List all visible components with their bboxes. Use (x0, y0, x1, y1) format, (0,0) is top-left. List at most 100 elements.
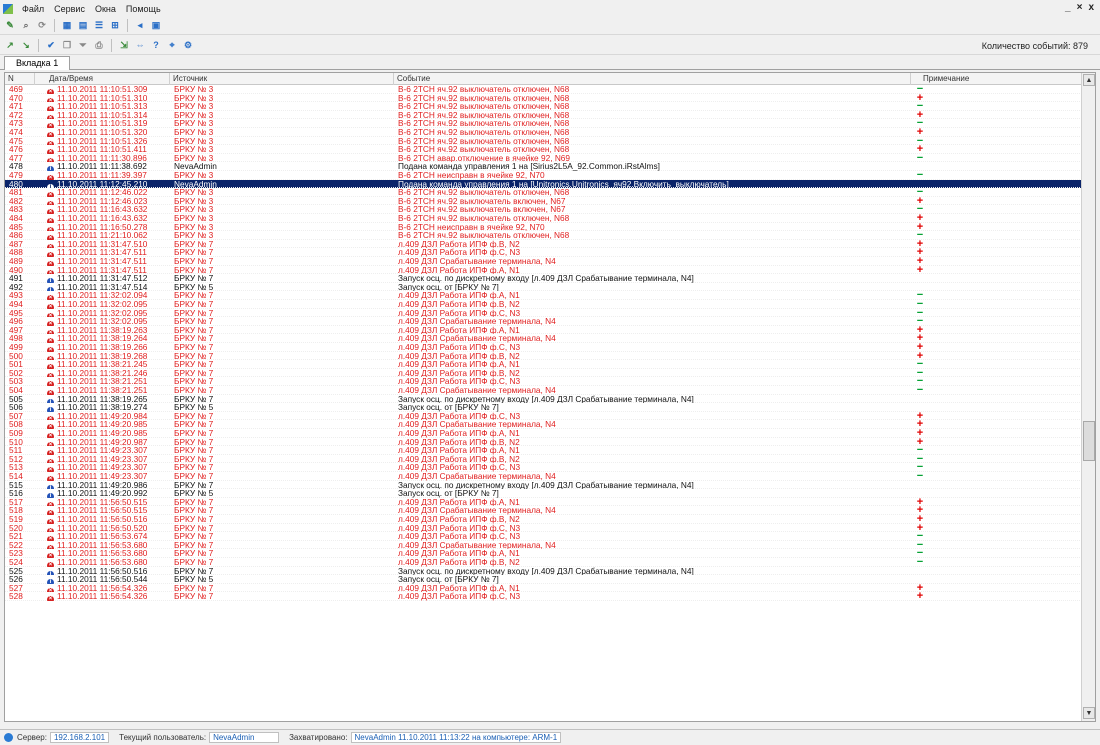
cell-number: 480 (9, 179, 23, 189)
cell-event: л.409 ДЗЛ Работа ИПФ ф.С, N3 (398, 532, 521, 541)
cell-source: БРКУ № 7 (174, 532, 214, 541)
cell-number: 482 (9, 196, 23, 206)
cell-text: 11.10.2011 11:31:47.514 (57, 282, 148, 292)
table-row[interactable]: 490 × 11.10.2011 11:31:47.511 БРКУ № 7 л.409… (5, 264, 1082, 275)
cell-event: л.409 ДЗЛ Работа ИПФ ф.С, N3 (398, 463, 521, 472)
cell-source: БРКУ № 7 (174, 265, 214, 275)
table-row[interactable]: 491 i 11.10.2011 11:31:47.512 БРКУ № 7 Запус… (5, 274, 1082, 283)
col-n[interactable]: N (5, 73, 35, 85)
search-icon[interactable]: ⌕ (19, 19, 33, 33)
close-button[interactable]: x (1088, 2, 1094, 13)
cell-source: БРКУ № 7 (174, 429, 214, 438)
cell-event: л.409 ДЗЛ Работа ИПФ ф.В, N2 (398, 239, 520, 249)
table-row[interactable]: 514 × 11.10.2011 11:49:23.307 БРКУ № 7 л.409… (5, 471, 1082, 481)
cell-event: л.409 ДЗЛ Работа ИПФ ф.В, N2 (398, 558, 520, 567)
cell-source: БРКУ № 3 (174, 110, 214, 120)
scroll-thumb[interactable] (1083, 421, 1095, 461)
acknowledge-icon[interactable]: ✔ (44, 38, 58, 52)
cell-source: БРКУ № 7 (174, 437, 214, 447)
table-row[interactable]: 515 i 11.10.2011 11:49:20.986 БРКУ № 7 Запус… (5, 481, 1082, 490)
edit-icon[interactable]: ✎ (3, 19, 17, 33)
restore-button[interactable]: × (1077, 2, 1083, 13)
refresh-icon[interactable]: ⟳ (35, 19, 49, 33)
cell-event: Запуск осц. от [БРКУ № 7] (398, 575, 499, 584)
cell-event: Подана команда управления 1 на [Sirius2L… (398, 162, 660, 171)
cell-datetime: i 11.10.2011 11:31:47.512 (47, 274, 170, 283)
cell-event: В-6 2ТСН неисправн в ячейке 92, N70 (398, 171, 545, 180)
cell-text: 11.10.2011 11:31:47.511 (57, 257, 147, 266)
cell-text: 11.10.2011 11:38:19.268 (57, 351, 148, 361)
tree-icon[interactable]: ⊞ (108, 19, 122, 33)
menu-file[interactable]: Файл (17, 4, 49, 14)
table-row[interactable]: 504 × 11.10.2011 11:38:21.251 БРКУ № 7 л.409… (5, 385, 1082, 395)
cell-source: БРКУ № 7 (174, 334, 214, 343)
zoom-icon[interactable]: ⌖ (165, 38, 179, 52)
cell-event: л.409 ДЗЛ Срабатывание терминала, N4 (398, 420, 556, 429)
cell-text: 11.10.2011 11:11:30.896 (57, 153, 147, 163)
cell-number: 493 (9, 291, 23, 300)
cell-source: БРКУ № 3 (174, 214, 214, 223)
cell-text: 11.10.2011 11:31:47.510 (57, 239, 148, 249)
table-row[interactable]: 524 × 11.10.2011 11:56:53.680 БРКУ № 7 л.409… (5, 557, 1082, 567)
table-row[interactable]: 505 i 11.10.2011 11:38:19.265 БРКУ № 7 Запус… (5, 395, 1082, 404)
col-source[interactable]: Источник (170, 73, 394, 85)
cell-number: 518 (9, 506, 23, 515)
cell-text: 11.10.2011 11:10:51.326 (57, 136, 148, 146)
cell-number: 504 (9, 386, 23, 395)
cell-text: 11.10.2011 11:10:51.310 (57, 93, 148, 103)
help-icon[interactable]: ? (149, 38, 163, 52)
grid-icon[interactable]: ▦ (60, 19, 74, 33)
menu-windows[interactable]: Окна (90, 4, 121, 14)
export-icon[interactable]: ⇲ (117, 38, 131, 52)
cell-text: 11.10.2011 11:21:10.062 (57, 231, 148, 240)
cell-datetime: × 11.10.2011 11:32:02.095 (47, 300, 170, 309)
cell-event: Запуск осц. по дискретному входу [л.409 … (398, 274, 694, 283)
col-note[interactable]: Примечание (911, 73, 1082, 85)
cell-source: БРКУ № 7 (174, 394, 214, 404)
cell-number: 502 (9, 368, 23, 378)
minimize-button[interactable]: _ (1065, 2, 1071, 13)
col-event[interactable]: Событие (394, 73, 911, 85)
cell-datetime: × 11.10.2011 11:32:02.094 (47, 291, 170, 300)
cell-text: 11.10.2011 11:38:21.251 (57, 386, 148, 395)
navigate-icon[interactable]: ⇔ (133, 38, 147, 52)
cell-event: В-6 2ТСН яч.92 выключатель включен, N67 (398, 205, 566, 214)
menu-help[interactable]: Помощь (121, 4, 166, 14)
table-row[interactable]: 477 × 11.10.2011 11:11:30.896 БРКУ № 3 В-6 2… (5, 153, 1082, 163)
sound-icon[interactable]: ◂ (133, 19, 147, 33)
cell-datetime: × 11.10.2011 11:49:20.987 (47, 438, 170, 447)
cell-text: 11.10.2011 11:38:19.274 (57, 403, 148, 412)
vertical-scrollbar[interactable]: ▲ ▼ (1081, 73, 1095, 721)
cell-datetime: i 11.10.2011 11:56:50.544 (47, 575, 170, 584)
table-row[interactable]: 525 i 11.10.2011 11:56:50.516 БРКУ № 7 Запус… (5, 567, 1082, 576)
cell-source: БРКУ № 7 (174, 248, 214, 257)
table-row[interactable]: 479 × 11.10.2011 11:11:39.397 БРКУ № 3 В-6 2… (5, 170, 1082, 180)
cell-event: В-6 2ТСН яч.92 выключатель отключен, N68 (398, 102, 570, 111)
monitor-icon[interactable]: ▣ (149, 19, 163, 33)
cell-text: 11.10.2011 11:49:20.986 (57, 480, 148, 490)
cell-number: 474 (9, 128, 23, 137)
funnel-icon[interactable]: ⏷ (76, 38, 90, 52)
scroll-up-button[interactable]: ▲ (1083, 74, 1095, 86)
cell-datetime: × 11.10.2011 11:10:51.313 (47, 102, 170, 111)
cell-source: БРКУ № 7 (174, 558, 214, 567)
cell-number: 478 (9, 162, 23, 171)
menu-service[interactable]: Сервис (49, 4, 90, 14)
print-icon[interactable]: ⎙ (92, 38, 106, 52)
list-icon[interactable]: ☰ (92, 19, 106, 33)
cell-event: л.409 ДЗЛ Срабатывание терминала, N4 (398, 257, 556, 266)
cell-datetime: × 11.10.2011 11:10:51.319 (47, 119, 170, 128)
scroll-down-button[interactable]: ▼ (1083, 707, 1095, 719)
filter-add-icon[interactable]: ↗ (3, 38, 17, 52)
settings-icon[interactable]: ⚙ (181, 38, 195, 52)
copy-icon[interactable]: ❐ (60, 38, 74, 52)
cell-source: БРКУ № 3 (174, 231, 214, 240)
filter-remove-icon[interactable]: ↘ (19, 38, 33, 52)
cell-datetime: × 11.10.2011 11:56:54.326 (47, 584, 170, 593)
table-row[interactable]: 528 × 11.10.2011 11:56:54.326 БРКУ № 7 л.409… (5, 591, 1082, 602)
table-icon[interactable]: ▤ (76, 19, 90, 33)
tab-1[interactable]: Вкладка 1 (4, 56, 71, 70)
cell-number: 513 (9, 463, 23, 472)
col-time[interactable]: Дата/Время (35, 73, 170, 85)
cell-source: БРКУ № 7 (174, 308, 214, 318)
